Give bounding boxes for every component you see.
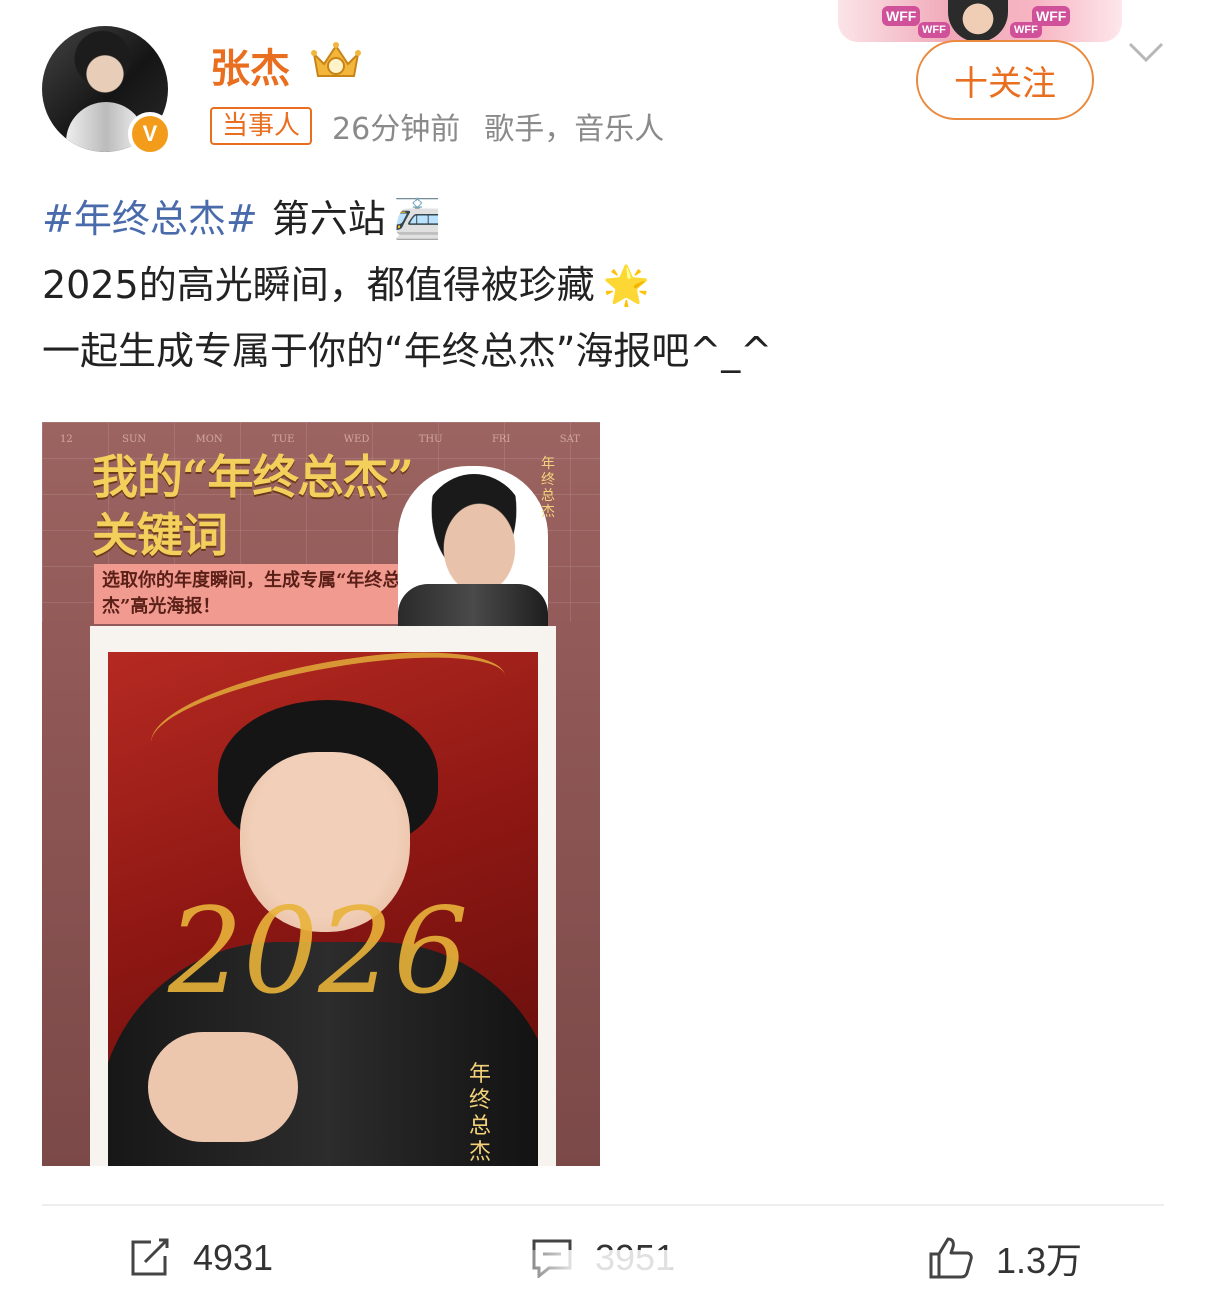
calendar-head: FRI [491,434,511,445]
author-name[interactable]: 张杰 [210,36,290,94]
calendar-head: MON [195,434,223,445]
calendar-head: WED [343,434,370,445]
signature-year: 2026 [168,882,469,1020]
like-button[interactable]: 1.3万 [804,1222,1206,1294]
poster-photo: 2026 年终总杰 [108,652,538,1166]
post-header: V 张杰 当事人 26分钟前 歌手，音乐人 WFF WFF WFF WFF 十关… [0,0,1206,170]
post-text-segment: 一起生成专属于你的“年终总杰”海报吧^_^ [42,329,773,373]
hashtag-link[interactable]: #年终总杰# [42,186,258,252]
poster-title-line: 关键词 [92,508,228,562]
calendar-head: TUE [272,434,295,445]
chevron-down-icon[interactable] [1128,40,1164,64]
poster-title: 我的“年终总杰” 关键词 [92,448,414,564]
poster-title-line: 我的“年终总杰” [92,450,414,504]
portrait-head [420,474,528,594]
calendar-head: SUN [122,434,147,445]
post-line-3: 一起生成专属于你的“年终总杰”海报吧^_^ [42,318,1162,384]
crown-icon [311,42,361,77]
banner-tag: WFF [918,22,950,38]
repost-button[interactable]: 4931 [0,1222,402,1294]
banner-tag: WFF [1010,22,1042,38]
calendar-header: 12 SUN MON TUE WED THU FRI SAT [60,434,580,445]
divider [42,1204,1164,1206]
post-time: 26分钟前 [332,112,461,147]
repost-count: 4931 [192,1237,274,1278]
verified-icon: V [128,112,172,156]
role-tag: 当事人 [210,107,313,145]
photo-hand [148,1032,298,1142]
photo-mark: 年终总杰 [468,1062,491,1165]
post-meta: 当事人 26分钟前 歌手，音乐人 [210,104,688,148]
calendar-head: 12 [60,434,73,445]
poster-corner-mark: 年终总杰 [541,456,555,520]
train-icon: 🚈 [393,197,442,241]
post-image[interactable]: 12 SUN MON TUE WED THU FRI SAT 我的“年终总杰” … [42,422,600,1166]
star-icon: 🌟 [602,263,651,307]
banner-avatar [948,0,1008,42]
like-icon [929,1237,973,1279]
banner-tag: WFF [882,6,921,26]
post-text-segment: 第六站 [271,197,386,241]
author-description: 歌手，音乐人 [484,112,665,147]
like-count: 1.3万 [995,1240,1083,1281]
post-text-segment: 2025的高光瞬间，都值得被珍藏 [42,263,595,307]
poster-subtitle: 选取你的年度瞬间，生成专属“年终总杰”高光海报！ [94,564,420,624]
follow-button[interactable]: 十关注 [916,40,1094,120]
calendar-head: THU [418,434,443,445]
calendar-head: SAT [559,434,580,445]
post-line-2: 2025的高光瞬间，都值得被珍藏 🌟 [42,252,1162,318]
bottom-overlay [500,1250,740,1298]
post-content: #年终总杰# 第六站 🚈 2025的高光瞬间，都值得被珍藏 🌟 一起生成专属于你… [42,186,1162,384]
decorative-banner: WFF WFF WFF WFF [838,0,1122,42]
portrait-cutout [398,466,548,636]
post-line-1: #年终总杰# 第六站 🚈 [42,186,1162,252]
repost-icon [131,1238,169,1276]
